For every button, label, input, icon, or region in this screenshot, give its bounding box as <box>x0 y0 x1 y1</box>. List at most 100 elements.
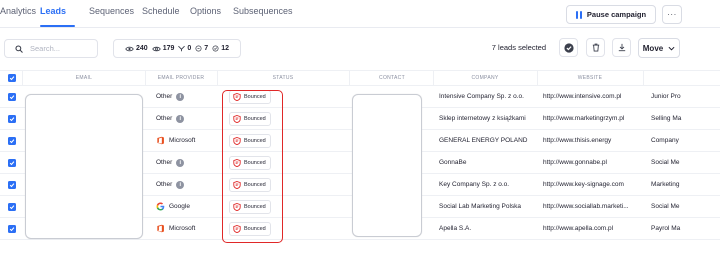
tab-sequences[interactable]: Sequences <box>89 6 134 16</box>
info-icon: i <box>176 158 185 167</box>
redaction-box-email <box>25 94 143 239</box>
extra-cell: Company <box>651 137 679 144</box>
provider-cell: Other i <box>156 108 216 129</box>
extra-cell: Junior Pro <box>651 93 681 100</box>
provider-label: Microsoft <box>169 225 196 232</box>
column-contact[interactable]: CONTACT <box>350 71 434 85</box>
stat-value: 12 <box>221 45 229 52</box>
check-circle-icon <box>212 45 219 52</box>
company-cell: Apella S.A. <box>439 225 472 232</box>
pause-campaign-label: Pause campaign <box>586 10 647 19</box>
website-link[interactable]: http://www.thisis.energy <box>543 130 641 151</box>
stat-completed: 12 <box>212 45 229 52</box>
provider-label: Other <box>156 115 173 122</box>
tab-leads[interactable]: Leads <box>40 6 66 16</box>
search-box[interactable] <box>4 39 98 58</box>
table-header: EMAIL EMAIL PROVIDER STATUS CONTACT COMP… <box>0 70 720 86</box>
company-cell: GENERAL ENERGY POLAND <box>439 137 528 144</box>
tab-options[interactable]: Options <box>190 6 221 16</box>
download-button[interactable] <box>612 38 631 57</box>
select-all-checkbox[interactable] <box>8 74 16 82</box>
tab-analytics[interactable]: Analytics <box>0 6 36 16</box>
download-icon <box>618 43 625 52</box>
provider-label: Other <box>156 159 173 166</box>
row-checkbox[interactable] <box>8 136 16 145</box>
column-divider <box>643 71 644 85</box>
stat-replies: 0 <box>178 45 191 52</box>
provider-label: Google <box>169 203 190 210</box>
search-input[interactable] <box>30 44 90 53</box>
column-email[interactable]: EMAIL <box>24 71 144 85</box>
redaction-box-contact <box>352 94 422 237</box>
row-checkbox[interactable] <box>8 224 16 233</box>
provider-label: Other <box>156 181 173 188</box>
stat-opens: 240 <box>125 45 148 52</box>
stat-clicks: 7 <box>195 45 208 52</box>
stat-unique-opens: 179 <box>151 45 175 52</box>
website-link[interactable]: http://www.apella.com.pl <box>543 218 641 239</box>
provider-cell: Google <box>156 196 216 217</box>
search-icon <box>15 44 23 53</box>
website-link[interactable]: http://www.sociallab.marketi... <box>543 196 641 217</box>
extra-cell: Payrol Ma <box>651 225 681 232</box>
column-website[interactable]: WEBSITE <box>537 71 643 85</box>
check-circle-icon <box>563 42 574 53</box>
link-icon <box>195 45 202 52</box>
company-cell: Intensive Company Sp. z o.o. <box>439 93 524 100</box>
extra-cell: Social Me <box>651 159 680 166</box>
more-options-button[interactable]: ··· <box>662 5 682 24</box>
info-icon: i <box>176 92 185 101</box>
provider-label: Microsoft <box>169 137 196 144</box>
stat-value: 179 <box>162 45 175 52</box>
stat-value: 240 <box>136 45 148 52</box>
mark-complete-button[interactable] <box>559 38 578 57</box>
status-highlight-outline <box>222 90 283 243</box>
column-divider <box>537 71 538 85</box>
provider-cell: Other i <box>156 86 216 107</box>
column-divider <box>217 71 218 85</box>
extra-cell: Social Me <box>651 203 680 210</box>
pause-campaign-button[interactable]: Pause campaign <box>566 5 656 24</box>
move-button[interactable]: Move <box>638 38 680 58</box>
column-divider <box>22 71 23 85</box>
pause-icon <box>575 10 582 19</box>
row-checkbox[interactable] <box>8 158 16 167</box>
campaign-stats: 240 179 0 7 12 <box>113 39 241 58</box>
extra-cell: Selling Ma <box>651 115 682 122</box>
website-link[interactable]: http://www.marketingrzym.pl <box>543 108 641 129</box>
info-icon: i <box>176 114 185 123</box>
stat-value: 0 <box>187 45 192 52</box>
provider-cell: Microsoft <box>156 218 216 239</box>
stat-value: 7 <box>204 45 209 52</box>
row-checkbox[interactable] <box>8 114 16 123</box>
company-cell: GonnaBe <box>439 159 467 166</box>
column-divider <box>349 71 350 85</box>
google-icon <box>156 202 165 211</box>
info-icon: i <box>176 180 185 189</box>
company-cell: Key Company Sp. z o.o. <box>439 181 510 188</box>
website-link[interactable]: http://www.intensive.com.pl <box>543 86 641 107</box>
campaign-tabs: Analytics Leads Sequences Schedule Optio… <box>0 0 720 28</box>
company-cell: Social Lab Marketing Polska <box>439 203 522 210</box>
column-company[interactable]: COMPANY <box>434 71 536 85</box>
column-email-provider[interactable]: EMAIL PROVIDER <box>146 71 216 85</box>
microsoft-office-icon <box>157 136 164 145</box>
website-link[interactable]: http://www.key-signage.com <box>543 174 641 195</box>
tab-schedule[interactable]: Schedule <box>142 6 180 16</box>
move-label: Move <box>642 43 664 53</box>
eye-icon <box>151 46 161 51</box>
tabs-divider <box>0 27 720 28</box>
column-divider <box>433 71 434 85</box>
provider-cell: Other i <box>156 174 216 195</box>
website-link[interactable]: http://www.gonnabe.pl <box>543 152 641 173</box>
extra-cell: Marketing <box>651 181 680 188</box>
selected-count: 7 leads selected <box>491 43 546 52</box>
eye-icon <box>125 46 134 51</box>
delete-button[interactable] <box>586 38 605 57</box>
row-checkbox[interactable] <box>8 92 16 101</box>
row-checkbox[interactable] <box>8 180 16 189</box>
tab-subsequences[interactable]: Subsequences <box>233 6 293 16</box>
row-checkbox[interactable] <box>8 202 16 211</box>
column-status[interactable]: STATUS <box>218 71 348 85</box>
provider-cell: Other i <box>156 152 216 173</box>
